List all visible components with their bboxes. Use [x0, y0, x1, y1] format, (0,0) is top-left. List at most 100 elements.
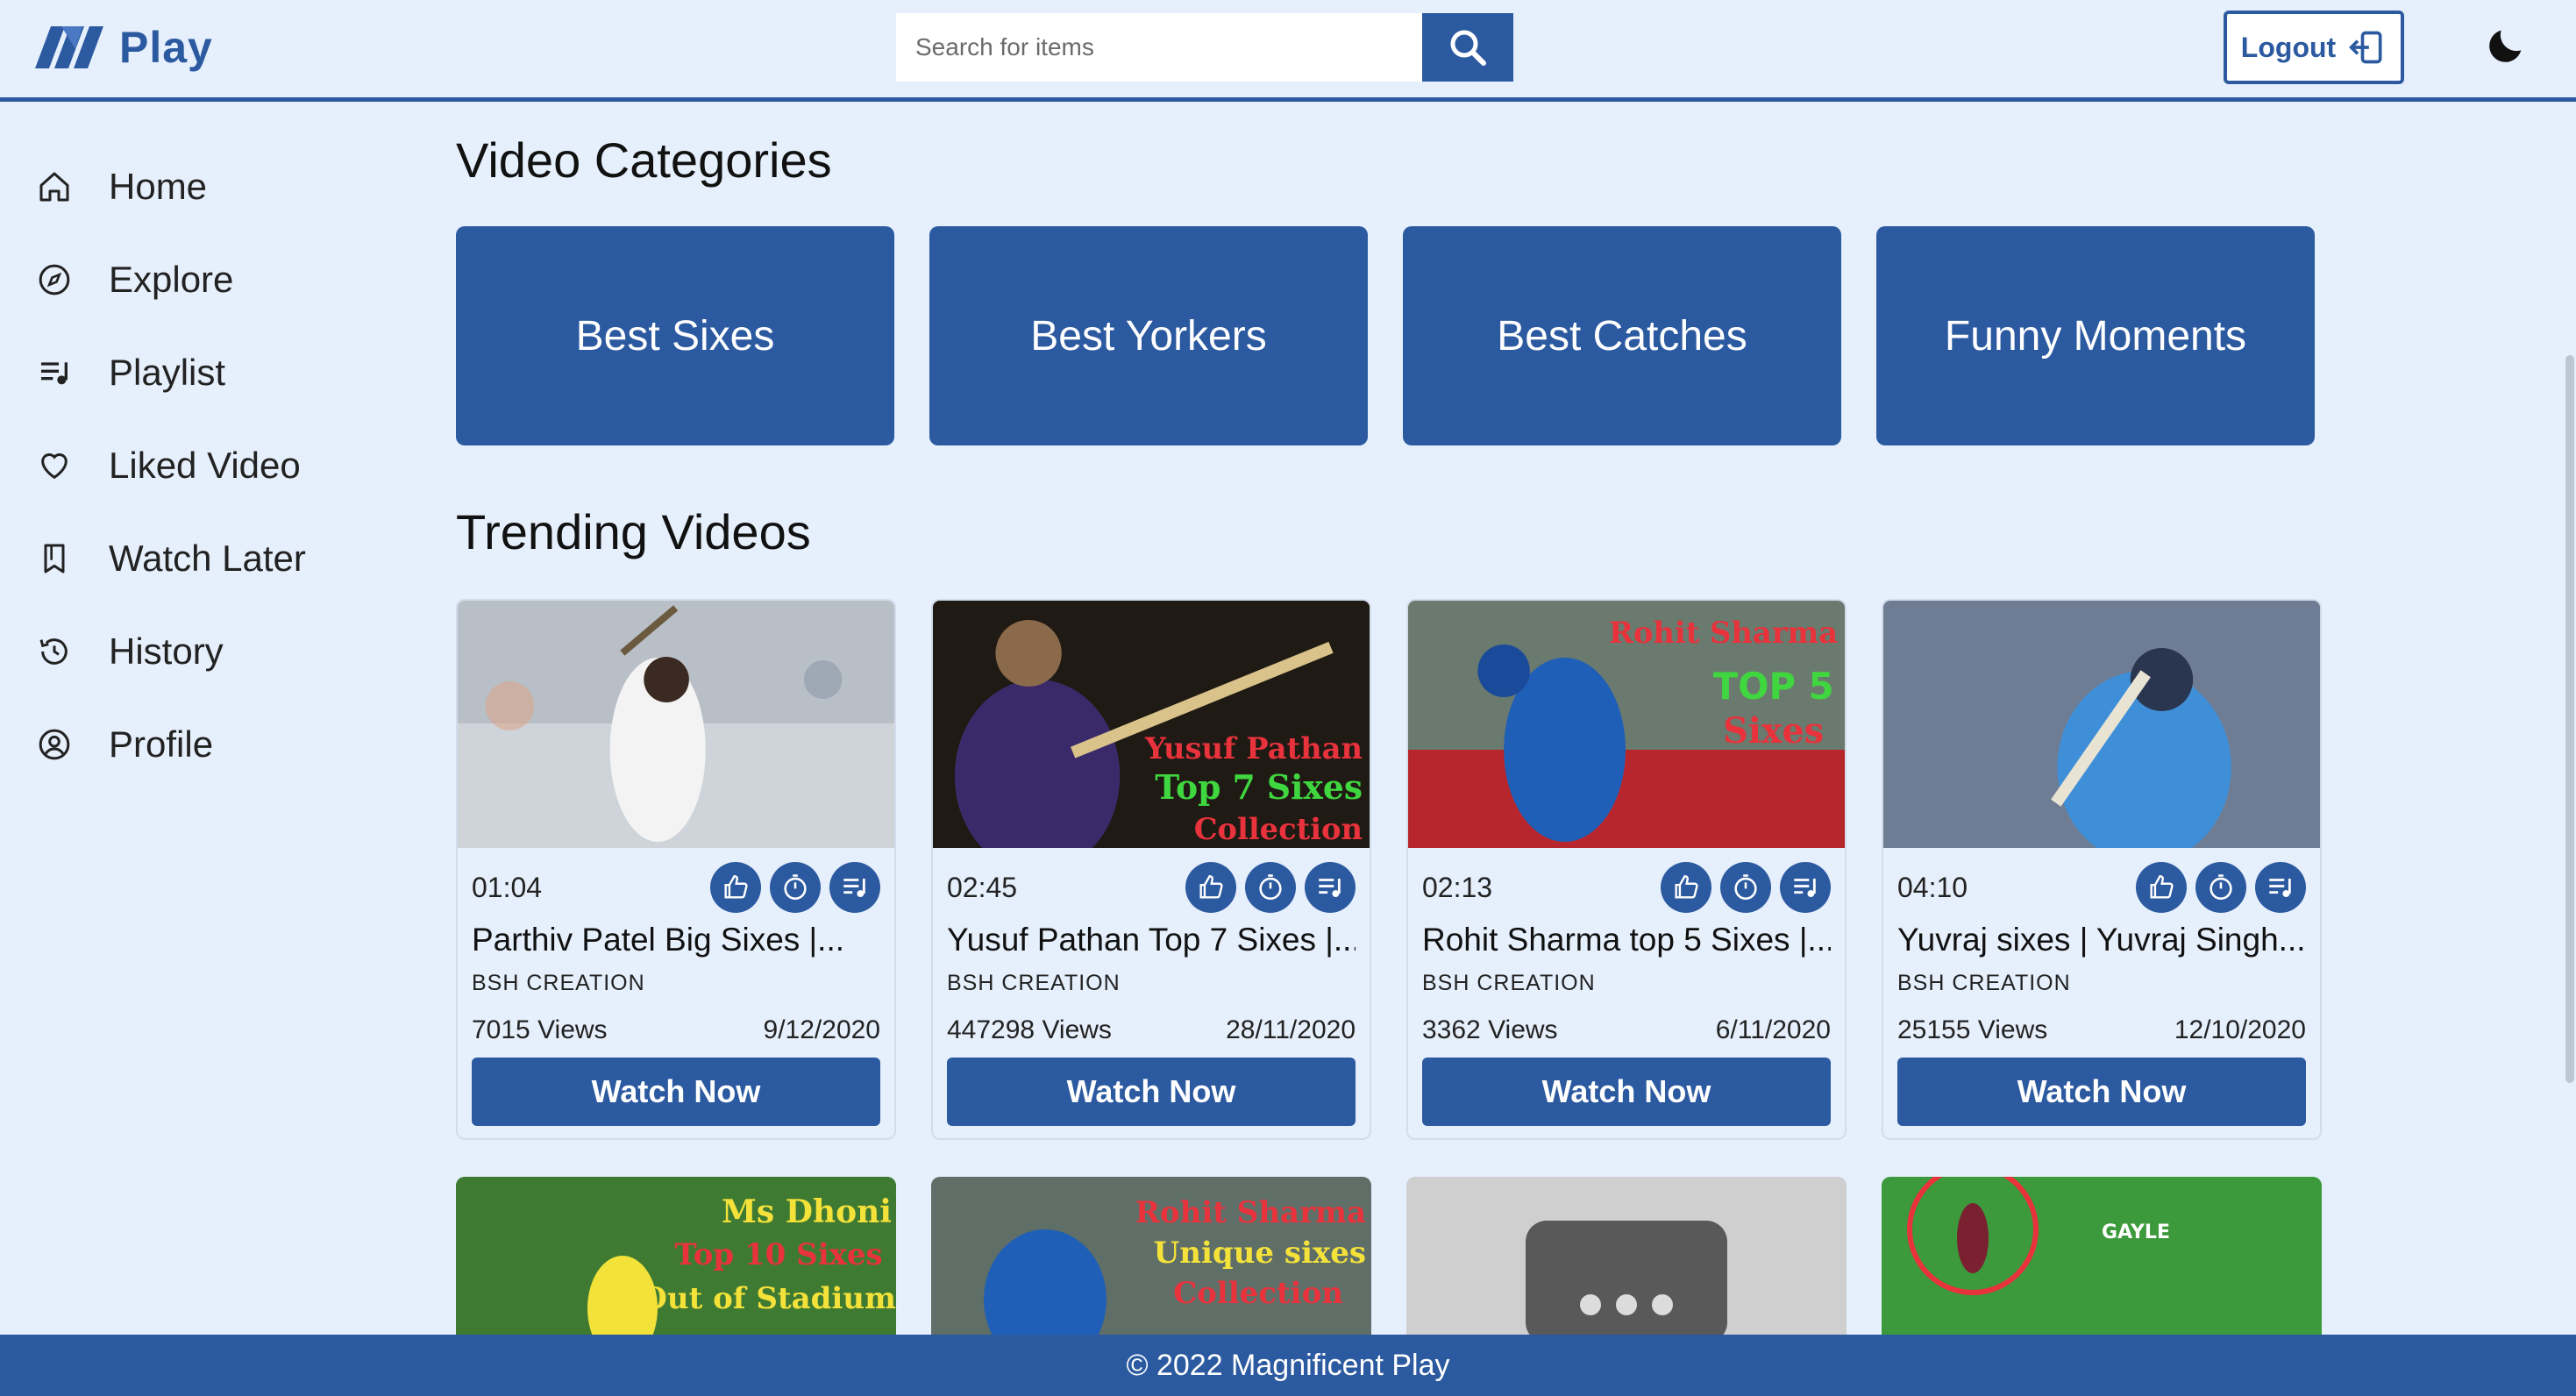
- thumbs-up-icon: [1199, 875, 1223, 899]
- page-scrollbar[interactable]: [2565, 355, 2574, 1083]
- thumb-text-line: Rohit Sharma: [1135, 1195, 1366, 1230]
- thumb-text-line: GAYLE: [2102, 1222, 2170, 1243]
- sidebar-item-liked-video[interactable]: Liked Video: [0, 419, 368, 512]
- playlist-add-icon: [1319, 879, 1341, 898]
- video-title[interactable]: Yusuf Pathan Top 7 Sixes |...: [947, 922, 1356, 958]
- video-date: 9/12/2020: [763, 1015, 880, 1044]
- logout-label: Logout: [2240, 31, 2337, 63]
- like-button[interactable]: [2136, 862, 2187, 913]
- sidebar-item-playlist[interactable]: Playlist: [0, 326, 368, 419]
- thumb-text-line: Collection: [1194, 811, 1363, 846]
- watch-later-button[interactable]: [1720, 862, 1771, 913]
- video-views: 25155 Views: [1897, 1015, 2048, 1044]
- theme-toggle-button[interactable]: [2481, 21, 2530, 70]
- thumb-text-line: Collection: [1173, 1276, 1343, 1311]
- video-thumbnail[interactable]: Rohit Sharma TOP 5 Sixes: [1408, 601, 1845, 848]
- playlist-icon: [35, 353, 74, 392]
- video-thumbnail[interactable]: [458, 601, 894, 848]
- watch-later-button[interactable]: [770, 862, 821, 913]
- watch-now-button[interactable]: Watch Now: [1422, 1058, 1831, 1126]
- watch-later-button[interactable]: [2195, 862, 2246, 913]
- watch-now-button[interactable]: Watch Now: [472, 1058, 880, 1126]
- brand-name: Play: [119, 23, 213, 72]
- video-views: 447298 Views: [947, 1015, 1112, 1044]
- watch-later-button[interactable]: [1245, 862, 1296, 913]
- thumb-text-line: Top 10 Sixes: [674, 1237, 882, 1272]
- add-to-playlist-button[interactable]: [1780, 862, 1831, 913]
- sidebar: Home Explore Playlist Liked Video Watch …: [0, 140, 368, 791]
- video-thumbnail[interactable]: [1883, 601, 2320, 848]
- video-card: 04:10 Yuvraj sixes | Yuvraj Singh... BSH…: [1882, 599, 2322, 1140]
- video-duration: 02:45: [947, 871, 1018, 903]
- video-views: 7015 Views: [472, 1015, 608, 1044]
- video-card: Rohit Sharma TOP 5 Sixes 02:13 Rohit Sha…: [1406, 599, 1847, 1140]
- logout-button[interactable]: Logout: [2224, 11, 2404, 84]
- video-card: 01:04 Parthiv Patel Big Sixes |... BSH C…: [456, 599, 896, 1140]
- thumbs-up-icon: [724, 875, 748, 899]
- video-duration: 04:10: [1897, 871, 1968, 903]
- thumb-text-line: Out of Stadium: [641, 1281, 896, 1316]
- search-icon: [1450, 30, 1486, 66]
- video-title[interactable]: Yuvraj sixes | Yuvraj Singh...: [1897, 922, 2306, 958]
- history-icon: [35, 632, 74, 671]
- search-input[interactable]: [896, 13, 1422, 82]
- add-to-playlist-button[interactable]: [829, 862, 880, 913]
- category-card-funny-moments[interactable]: Funny Moments: [1876, 226, 2315, 445]
- thumb-text-line: Rohit Sharma: [1609, 615, 1838, 650]
- like-button[interactable]: [710, 862, 761, 913]
- add-to-playlist-button[interactable]: [1305, 862, 1356, 913]
- video-date: 28/11/2020: [1226, 1015, 1356, 1044]
- header: Play Logout: [0, 0, 2576, 102]
- playlist-add-icon: [843, 879, 865, 898]
- video-card: Yusuf Pathan Top 7 Sixes Collection 02:4…: [931, 599, 1371, 1140]
- video-duration: 02:13: [1422, 871, 1493, 903]
- add-to-playlist-button[interactable]: [2255, 862, 2306, 913]
- video-channel: BSH CREATION: [472, 971, 645, 995]
- thumbs-up-icon: [1675, 875, 1698, 899]
- logo-mark-icon: [35, 26, 103, 68]
- moon-icon: [2489, 30, 2522, 62]
- thumb-text-line: Unique sixes: [1154, 1236, 1366, 1271]
- video-thumbnail[interactable]: Yusuf Pathan Top 7 Sixes Collection: [933, 601, 1370, 848]
- user-circle-icon: [35, 725, 74, 764]
- sidebar-item-label: Profile: [109, 723, 214, 765]
- sidebar-item-label: Watch Later: [109, 538, 306, 579]
- video-thumbnail[interactable]: [1406, 1177, 1847, 1335]
- video-channel: BSH CREATION: [947, 971, 1121, 995]
- video-title[interactable]: Rohit Sharma top 5 Sixes |...: [1422, 922, 1831, 958]
- compass-icon: [35, 260, 74, 299]
- categories-heading: Video Categories: [456, 132, 832, 188]
- like-button[interactable]: [1185, 862, 1236, 913]
- category-card-best-yorkers[interactable]: Best Yorkers: [929, 226, 1368, 445]
- video-date: 6/11/2020: [1715, 1015, 1831, 1044]
- brand-logo[interactable]: Play: [35, 21, 213, 74]
- thumbs-up-icon: [2150, 875, 2174, 899]
- video-channel: BSH CREATION: [1897, 971, 2071, 995]
- video-thumbnail[interactable]: Ms Dhoni Top 10 Sixes Out of Stadium: [456, 1177, 896, 1335]
- video-date: 12/10/2020: [2174, 1015, 2306, 1044]
- playlist-add-icon: [2269, 879, 2291, 898]
- stopwatch-icon: [2210, 874, 2232, 901]
- trending-video-list-row-2: Ms Dhoni Top 10 Sixes Out of Stadium Roh…: [456, 1177, 2322, 1335]
- search-button[interactable]: [1422, 13, 1513, 82]
- video-title[interactable]: Parthiv Patel Big Sixes |...: [472, 922, 880, 958]
- category-card-best-sixes[interactable]: Best Sixes: [456, 226, 894, 445]
- sidebar-item-label: History: [109, 630, 224, 672]
- sidebar-item-home[interactable]: Home: [0, 140, 368, 233]
- stopwatch-icon: [1259, 874, 1282, 901]
- sidebar-item-profile[interactable]: Profile: [0, 698, 368, 791]
- sidebar-item-history[interactable]: History: [0, 605, 368, 698]
- video-thumbnail[interactable]: GAYLE: [1882, 1177, 2322, 1335]
- watch-now-button[interactable]: Watch Now: [1897, 1058, 2306, 1126]
- video-thumbnail[interactable]: Rohit Sharma Unique sixes Collection: [931, 1177, 1371, 1335]
- category-card-best-catches[interactable]: Best Catches: [1403, 226, 1841, 445]
- thumb-text-line: Ms Dhoni: [722, 1193, 892, 1230]
- footer: © 2022 Magnificent Play: [0, 1335, 2576, 1396]
- bookmark-icon: [35, 539, 74, 578]
- stopwatch-icon: [1734, 874, 1757, 901]
- watch-now-button[interactable]: Watch Now: [947, 1058, 1356, 1126]
- thumb-text-line: Sixes: [1723, 711, 1824, 751]
- like-button[interactable]: [1661, 862, 1711, 913]
- sidebar-item-explore[interactable]: Explore: [0, 233, 368, 326]
- sidebar-item-watch-later[interactable]: Watch Later: [0, 512, 368, 605]
